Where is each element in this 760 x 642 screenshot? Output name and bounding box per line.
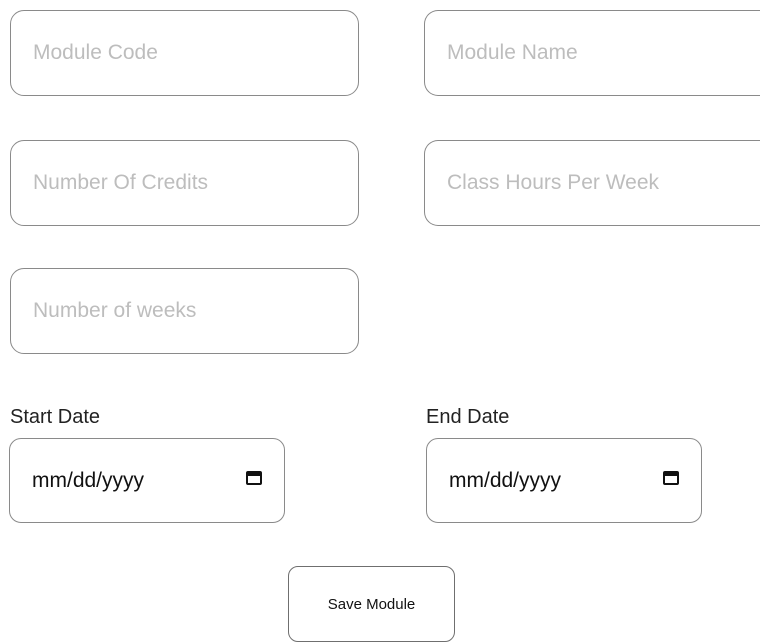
end-date-label: End Date <box>426 406 510 428</box>
start-date-input[interactable]: mm/dd/yyyy <box>9 438 285 523</box>
end-date-input[interactable]: mm/dd/yyyy <box>426 438 702 523</box>
number-of-credits-placeholder: Number Of Credits <box>33 171 209 194</box>
end-date-placeholder: mm/dd/yyyy <box>449 468 562 492</box>
calendar-icon[interactable] <box>663 470 679 485</box>
start-date-placeholder: mm/dd/yyyy <box>32 468 145 492</box>
module-name-input[interactable]: Module Name <box>424 10 760 96</box>
module-name-placeholder: Module Name <box>447 41 578 64</box>
number-of-credits-input[interactable]: Number Of Credits <box>10 140 359 226</box>
save-module-button[interactable]: Save Module <box>288 566 455 642</box>
class-hours-per-week-input[interactable]: Class Hours Per Week <box>424 140 760 226</box>
number-of-weeks-input[interactable]: Number of weeks <box>10 268 359 354</box>
class-hours-per-week-placeholder: Class Hours Per Week <box>447 171 660 194</box>
number-of-weeks-placeholder: Number of weeks <box>33 299 197 322</box>
module-code-input[interactable]: Module Code <box>10 10 359 96</box>
calendar-icon[interactable] <box>246 470 262 485</box>
module-code-placeholder: Module Code <box>33 41 158 64</box>
start-date-label: Start Date <box>10 406 101 428</box>
